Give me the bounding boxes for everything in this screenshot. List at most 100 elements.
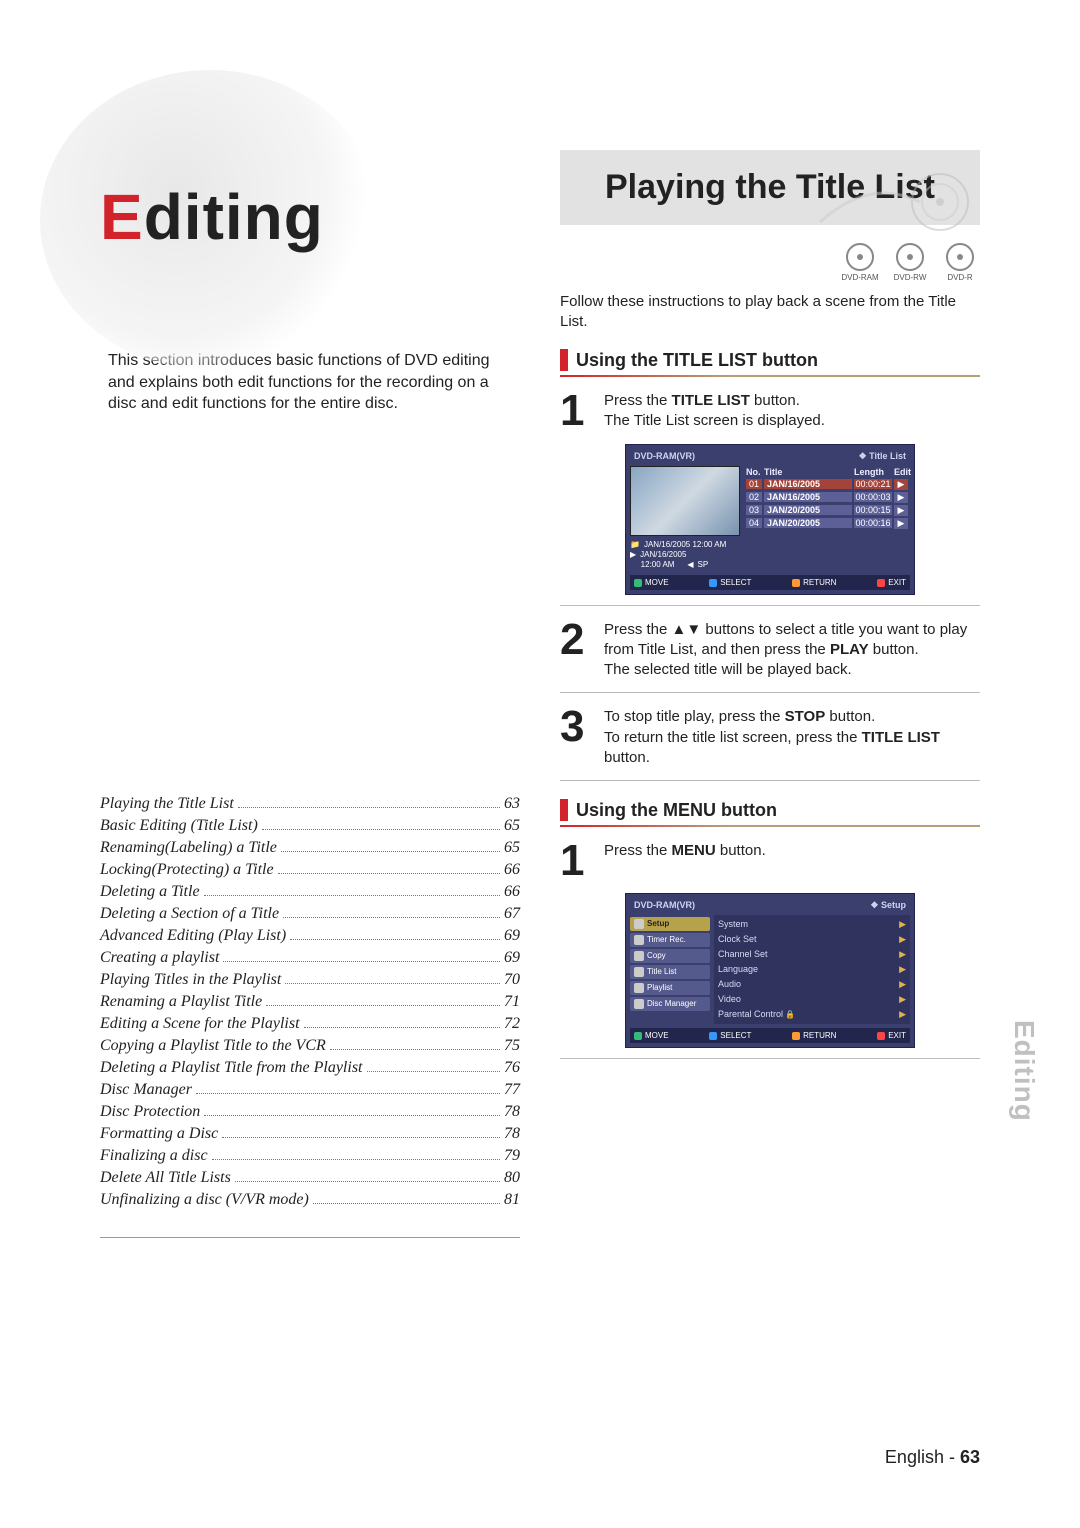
disc-icon: DVD-RW [890,243,930,282]
toc-label: Deleting a Playlist Title from the Playl… [100,1059,363,1077]
toc-label: Creating a playlist [100,949,219,967]
step-number: 2 [560,620,594,681]
toc-label: Disc Manager [100,1081,192,1099]
osd-setup: DVD-RAM(VR) ❖ Setup SetupTimer Rec.CopyT… [625,893,915,1048]
osd-setup-item: Parental Control▶ [718,1007,906,1022]
toc-bottom-rule [100,1237,520,1238]
step-number: 1 [560,391,594,432]
toc-page: 81 [504,1191,520,1209]
toc-label: Basic Editing (Title List) [100,817,258,835]
osd-setup-item: Clock Set▶ [718,932,906,947]
toc-row: Unfinalizing a disc (V/VR mode) 81 [100,1191,520,1209]
subheading-title-list: Using the TITLE LIST button [560,349,980,371]
toc-row: Formatting a Disc 78 [100,1125,520,1143]
toc-label: Playing the Title List [100,795,234,813]
toc-page: 66 [504,883,520,901]
toc-page: 78 [504,1103,520,1121]
toc-label: Deleting a Title [100,883,200,901]
toc-row: Disc Protection 78 [100,1103,520,1121]
disc-compatibility-icons: DVD-RAM DVD-RW DVD-R [560,243,980,282]
toc-label: Locking(Protecting) a Title [100,861,274,879]
osd-menu-item: Setup [630,917,710,931]
osd-setup-item: Channel Set▶ [718,947,906,962]
toc-label: Advanced Editing (Play List) [100,927,286,945]
osd-setup-item: Audio▶ [718,977,906,992]
toc-label: Copying a Playlist Title to the VCR [100,1037,326,1055]
toc-page: 66 [504,861,520,879]
page-footer: English - 63 [885,1447,980,1468]
divider [560,605,980,606]
divider [560,692,980,693]
toc-label: Formatting a Disc [100,1125,218,1143]
toc-page: 65 [504,839,520,857]
toc-row: Disc Manager 77 [100,1081,520,1099]
chapter-header: Editing [100,150,520,340]
toc-row: Advanced Editing (Play List) 69 [100,927,520,945]
toc-label: Playing Titles in the Playlist [100,971,281,989]
osd-setup-item: Video▶ [718,992,906,1007]
toc-label: Finalizing a disc [100,1147,208,1165]
toc-page: 67 [504,905,520,923]
toc-page: 70 [504,971,520,989]
osd-setup-item: System▶ [718,917,906,932]
toc-page: 77 [504,1081,520,1099]
toc-page: 72 [504,1015,520,1033]
step-number: 1 [560,841,594,881]
toc-row: Basic Editing (Title List) 65 [100,817,520,835]
toc-page: 69 [504,949,520,967]
toc-row: Deleting a Title 66 [100,883,520,901]
toc-page: 78 [504,1125,520,1143]
step-1: 1 Press the TITLE LIST button. The Title… [560,391,980,432]
toc-page: 63 [504,795,520,813]
toc-row: Delete All Title Lists 80 [100,1169,520,1187]
toc-label: Unfinalizing a disc (V/VR mode) [100,1191,309,1209]
step-2: 2 Press the ▲▼ buttons to select a title… [560,620,980,681]
toc-row: Locking(Protecting) a Title 66 [100,861,520,879]
osd-title-row: 01JAN/16/200500:00:21▶ [744,478,910,491]
osd-title-list: DVD-RAM(VR) ❖ Title List 📁 JAN/16/2005 1… [625,444,915,595]
toc-label: Disc Protection [100,1103,200,1121]
toc-page: 71 [504,993,520,1011]
chapter-accent-letter: E [100,181,144,253]
toc-label: Delete All Title Lists [100,1169,231,1187]
toc-row: Deleting a Playlist Title from the Playl… [100,1059,520,1077]
toc-row: Deleting a Section of a Title 67 [100,905,520,923]
toc-page: 80 [504,1169,520,1187]
osd-menu-item: Disc Manager [630,997,710,1011]
toc-page: 76 [504,1059,520,1077]
osd-title-row: 02JAN/16/200500:00:03▶ [744,491,910,504]
step-number: 3 [560,707,594,768]
disc-icon: DVD-RAM [840,243,880,282]
side-tab: Editing [1008,1020,1040,1122]
toc-row: Playing Titles in the Playlist 70 [100,971,520,989]
section-title-box: Playing the Title List [560,150,980,225]
toc-row: Renaming(Labeling) a Title 65 [100,839,520,857]
osd-title-row: 04JAN/20/200500:00:16▶ [744,517,910,530]
toc-row: Renaming a Playlist Title 71 [100,993,520,1011]
toc-row: Editing a Scene for the Playlist 72 [100,1015,520,1033]
toc-label: Renaming(Labeling) a Title [100,839,277,857]
toc-label: Editing a Scene for the Playlist [100,1015,300,1033]
table-of-contents: Playing the Title List 63 Basic Editing (T… [100,795,520,1209]
osd-menu-item: Title List [630,965,710,979]
toc-row: Creating a playlist 69 [100,949,520,967]
toc-label: Deleting a Section of a Title [100,905,279,923]
toc-page: 69 [504,927,520,945]
subheading-menu: Using the MENU button [560,799,980,821]
osd-title-row: 03JAN/20/200500:00:15▶ [744,504,910,517]
toc-row: Copying a Playlist Title to the VCR 75 [100,1037,520,1055]
toc-page: 65 [504,817,520,835]
toc-label: Renaming a Playlist Title [100,993,262,1011]
toc-page: 79 [504,1147,520,1165]
toc-page: 75 [504,1037,520,1055]
osd-setup-item: Language▶ [718,962,906,977]
step-3: 3 To stop title play, press the STOP but… [560,707,980,768]
toc-row: Playing the Title List 63 [100,795,520,813]
osd-thumbnail [630,466,740,536]
toc-row: Finalizing a disc 79 [100,1147,520,1165]
chapter-title-rest: diting [144,181,324,253]
accent-line [560,825,980,827]
disc-icon: DVD-R [940,243,980,282]
menu-step-1: 1 Press the MENU button. [560,841,980,881]
accent-line [560,375,980,377]
